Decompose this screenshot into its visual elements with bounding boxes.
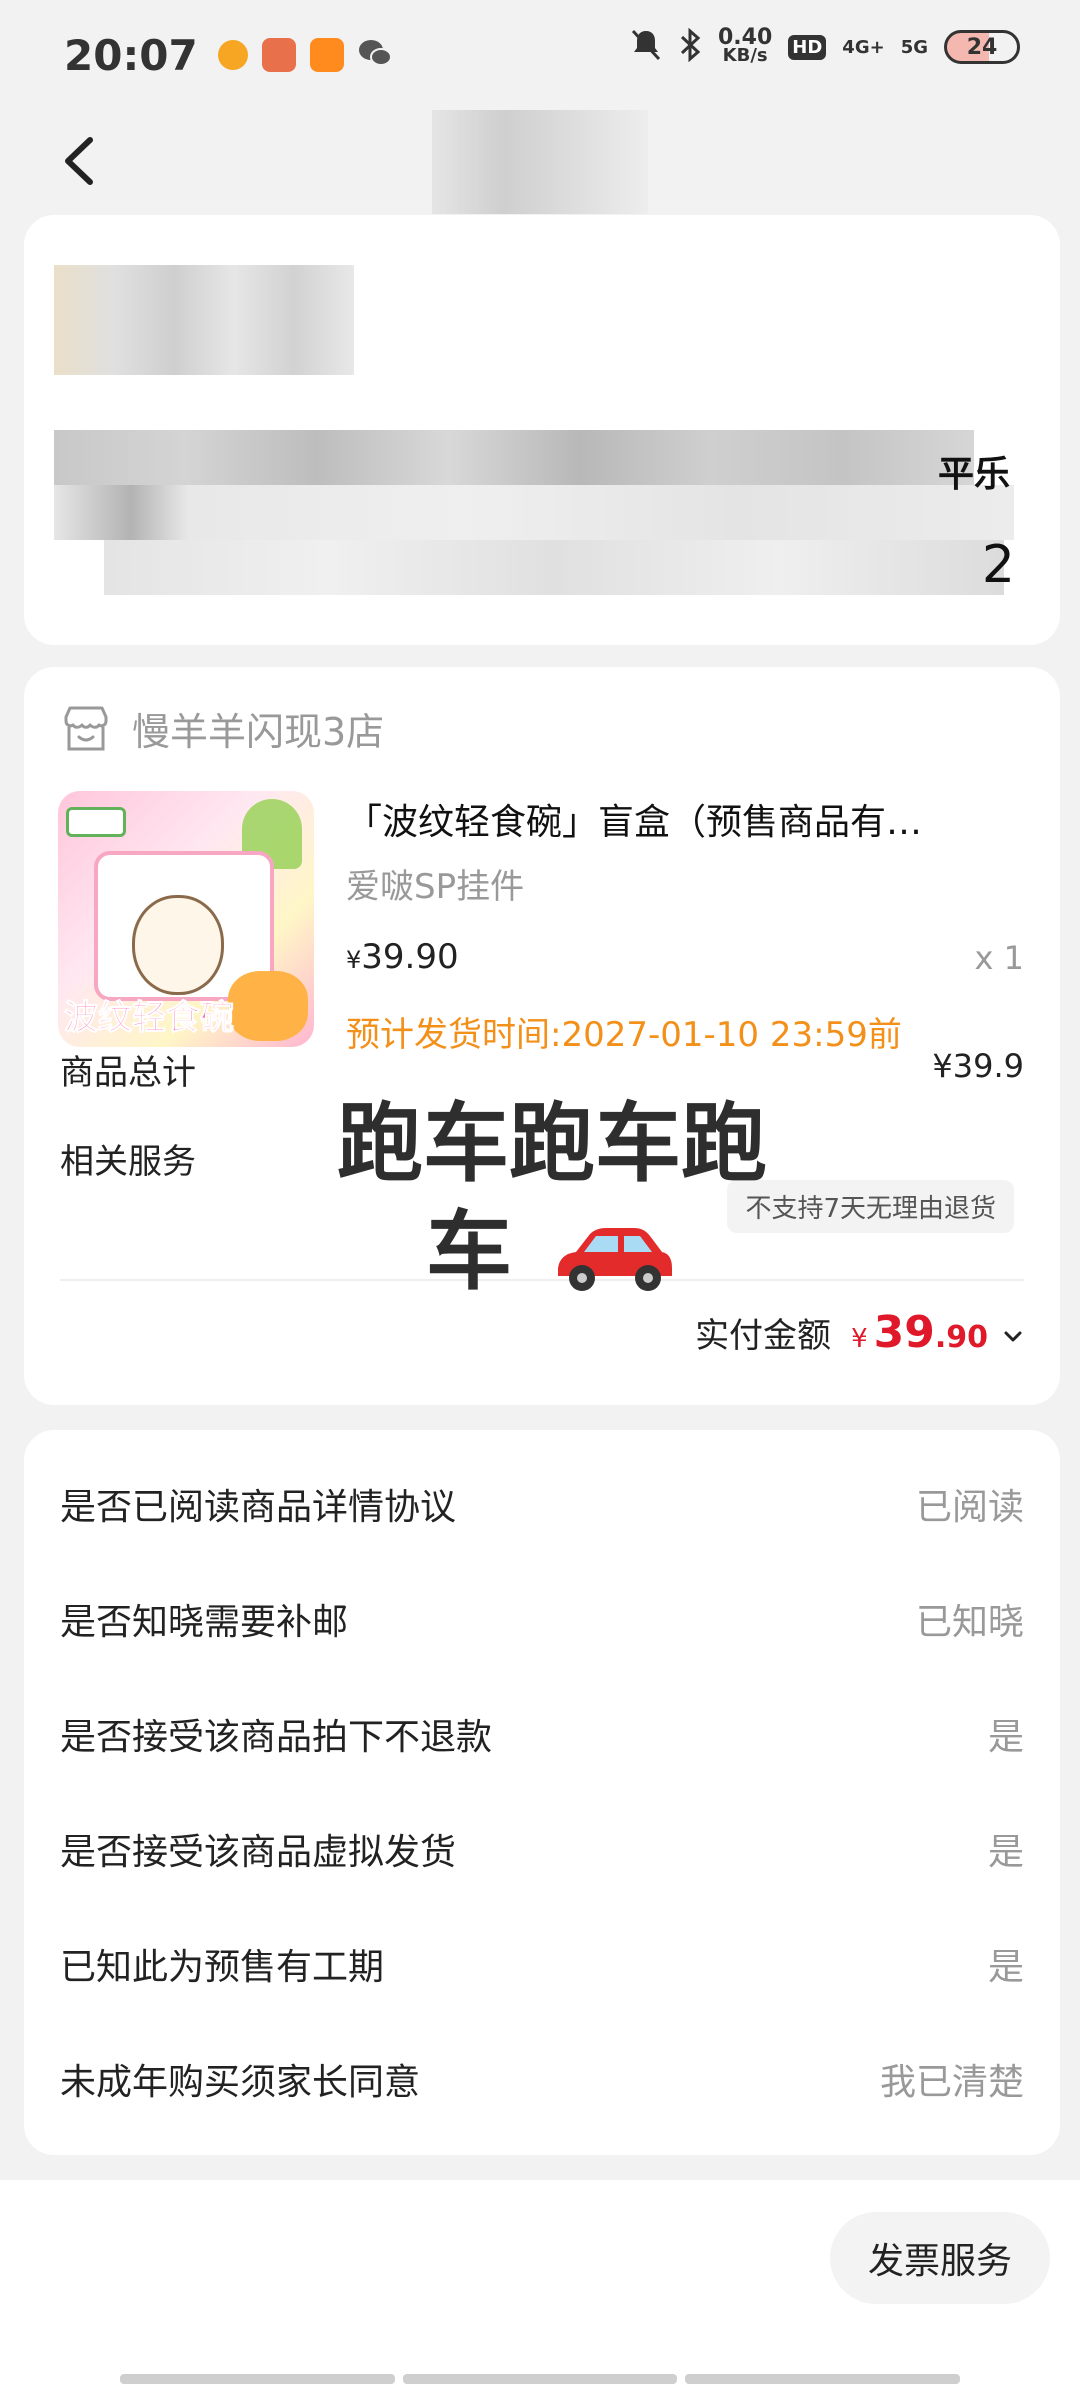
battery-indicator: 24 (944, 30, 1020, 64)
product-title[interactable]: 「波纹轻食碗」盲盒（预售商品有… (346, 793, 922, 845)
address-card[interactable]: 平乐 2 (24, 215, 1060, 645)
total-value: ¥39.9 (932, 1047, 1024, 1085)
product-price: ¥39.90 (346, 937, 459, 977)
agreement-answer: 我已清楚 (879, 2061, 1024, 2103)
signal-sim1: 4G+ (842, 36, 885, 58)
overlay-line1: 跑车跑车跑 (337, 1094, 767, 1194)
agreement-row[interactable]: 已知此为预售有工期 是 (60, 1906, 1024, 2021)
thumb-logo-text: 波纹轻食碗 (64, 998, 235, 1039)
redacted-block (104, 540, 1004, 595)
status-time: 20:07 (64, 30, 198, 80)
thumb-decoration (228, 971, 308, 1041)
thumb-character (132, 895, 224, 995)
blurred-title (432, 110, 648, 214)
price-currency: ¥ (346, 946, 362, 974)
agreement-question: 是否接受该商品虚拟发货 (60, 1831, 457, 1873)
redacted-block (54, 265, 354, 375)
invoice-button[interactable]: 发票服务 (830, 2212, 1050, 2304)
agreement-answer: 是 (987, 1946, 1024, 1988)
product-thumbnail[interactable]: 波纹轻食碗 (58, 791, 314, 1047)
agreement-row[interactable]: 未成年购买须家长同意 我已清楚 (60, 2021, 1024, 2136)
overlay-text: 跑车跑车跑 车 (272, 1090, 832, 1306)
signal-sim2: 5G (900, 36, 928, 58)
store-name: 慢羊羊闪现3店 (132, 710, 385, 754)
net-speed-unit: KB/s (722, 45, 768, 66)
paid-amount-row[interactable]: 实付金额 ¥ 39 .90 (695, 1307, 1024, 1358)
wechat-icon (358, 38, 392, 72)
nav-bar (0, 110, 1080, 214)
total-label: 商品总计 (60, 1053, 196, 1093)
price-value: 39.90 (361, 937, 459, 977)
thumb-badge (66, 807, 126, 837)
address-tail-text: 平乐 (937, 454, 1010, 495)
overlay-line2-wrap: 车 (272, 1198, 832, 1306)
mute-icon (630, 28, 662, 66)
agreement-question: 已知此为预售有工期 (60, 1946, 385, 1988)
net-speed: 0.40 KB/s (718, 27, 772, 66)
agreement-row[interactable]: 是否接受该商品拍下不退款 是 (60, 1676, 1024, 1791)
paid-integer: 39 (873, 1307, 935, 1358)
agreement-question: 是否知晓需要补邮 (60, 1601, 349, 1643)
car-icon (557, 1227, 672, 1291)
address-tail-number: 2 (981, 535, 1015, 595)
app-icon-video (309, 38, 344, 72)
agreements-card: 是否已阅读商品详情协议 已阅读 是否知晓需要补邮 已知晓 是否接受该商品拍下不退… (24, 1430, 1060, 2155)
gesture-segment (120, 2374, 395, 2384)
paid-currency: ¥ (851, 1324, 868, 1354)
chevron-left-icon (65, 137, 93, 185)
agreement-question: 未成年购买须家长同意 (60, 2061, 421, 2103)
app-icon-game (261, 38, 296, 72)
agreement-answer: 是 (987, 1716, 1024, 1758)
product-spec: 爱啵SP挂件 (346, 867, 525, 907)
bluetooth-icon (678, 27, 702, 66)
status-bar: 20:07 0.40 KB/s HD 4G+ 5G 24 (0, 0, 1080, 110)
agreement-question: 是否接受该商品拍下不退款 (60, 1716, 493, 1758)
redacted-block (54, 485, 1014, 540)
back-button[interactable] (50, 126, 110, 196)
overlay-line2: 车 (426, 1202, 513, 1302)
store-row[interactable]: 慢羊羊闪现3店 (60, 701, 384, 756)
redacted-block (54, 430, 974, 485)
paid-decimal: .90 (934, 1320, 988, 1355)
agreement-row[interactable]: 是否知晓需要补邮 已知晓 (60, 1561, 1024, 1676)
agreement-row[interactable]: 是否已阅读商品详情协议 已阅读 (60, 1446, 1024, 1561)
hd-badge: HD (788, 34, 827, 60)
agreement-answer: 是 (987, 1831, 1024, 1873)
agreement-question: 是否已阅读商品详情协议 (60, 1486, 457, 1528)
store-icon (60, 703, 112, 755)
ship-time: 预计发货时间:2027-01-10 23:59前 (346, 1015, 902, 1055)
product-quantity: x 1 (974, 939, 1024, 977)
service-label: 相关服务 (60, 1142, 196, 1182)
paid-label: 实付金额 (695, 1316, 832, 1356)
gesture-bar[interactable] (120, 2374, 961, 2384)
agreement-row[interactable]: 是否接受该商品虚拟发货 是 (60, 1791, 1024, 1906)
chevron-down-icon (1004, 1331, 1022, 1342)
agreement-answer: 已知晓 (915, 1601, 1024, 1643)
gesture-segment (685, 2374, 961, 2384)
app-icon-heart (217, 40, 248, 70)
agreement-answer: 已阅读 (915, 1486, 1024, 1528)
gesture-segment (402, 2374, 678, 2384)
bottom-bar: 发票服务 (0, 2180, 1080, 2400)
